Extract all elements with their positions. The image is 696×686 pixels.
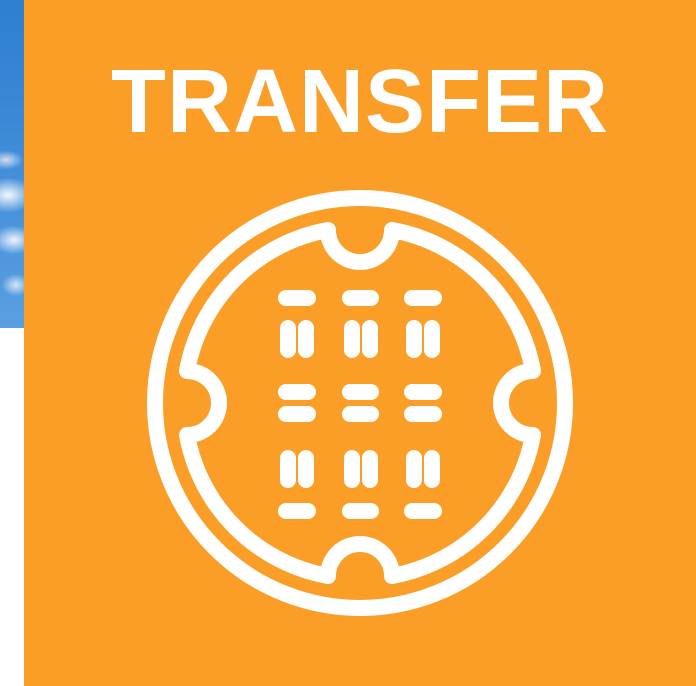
- manhole-cover-icon: [147, 190, 573, 616]
- card-title: TRANSFER: [111, 52, 609, 152]
- transfer-card: TRANSFER: [24, 0, 696, 686]
- page: TRANSFER: [0, 0, 696, 686]
